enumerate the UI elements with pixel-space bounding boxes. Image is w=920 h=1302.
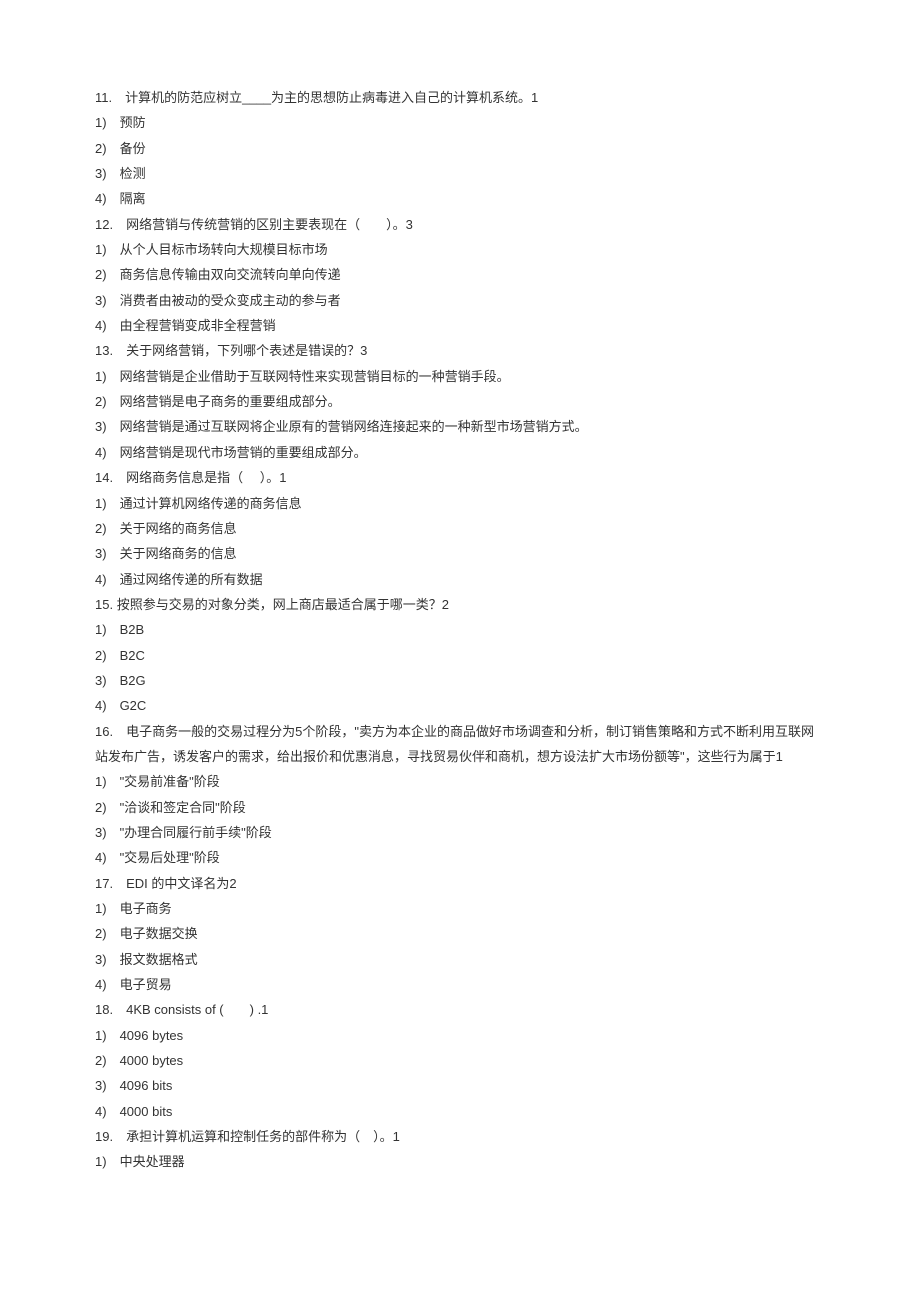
option: 1) 从个人目标市场转向大规模目标市场 <box>95 237 825 262</box>
q-body: 电子商务一般的交易过程分为5个阶段，"卖方为本企业的商品做好市场调查和分析，制订… <box>95 724 814 764</box>
option-text: 4096 bytes <box>120 1028 184 1043</box>
option-text: 网络营销是通过互联网将企业原有的营销网络连接起来的一种新型市场营销方式。 <box>120 419 588 434</box>
option: 4) "交易后处理"阶段 <box>95 845 825 870</box>
option-text: 从个人目标市场转向大规模目标市场 <box>120 242 328 257</box>
option: 4) 由全程营销变成非全程营销 <box>95 313 825 338</box>
option-text: 电子贸易 <box>120 977 172 992</box>
option: 2) B2C <box>95 643 825 668</box>
option-text: 网络营销是电子商务的重要组成部分。 <box>120 394 341 409</box>
option: 1) 4096 bytes <box>95 1023 825 1048</box>
option: 1) 电子商务 <box>95 896 825 921</box>
option-text: 4000 bits <box>120 1104 173 1119</box>
option: 2) 电子数据交换 <box>95 921 825 946</box>
option-text: 隔离 <box>120 191 146 206</box>
q-body: 承担计算机运算和控制任务的部件称为（ ）。1 <box>126 1129 400 1144</box>
option: 3) 网络营销是通过互联网将企业原有的营销网络连接起来的一种新型市场营销方式。 <box>95 414 825 439</box>
option-text: 由全程营销变成非全程营销 <box>120 318 276 333</box>
q-num: 19. <box>95 1129 113 1144</box>
option-text: 关于网络商务的信息 <box>120 546 237 561</box>
q-num: 15. <box>95 597 113 612</box>
option: 4) 电子贸易 <box>95 972 825 997</box>
option: 2) 关于网络的商务信息 <box>95 516 825 541</box>
option-text: 关于网络的商务信息 <box>120 521 237 536</box>
option: 2) 网络营销是电子商务的重要组成部分。 <box>95 389 825 414</box>
question-stem: 17. EDI 的中文译名为2 <box>95 871 825 896</box>
q-num: 18. <box>95 1002 113 1017</box>
option-text: 备份 <box>120 141 146 156</box>
option-text: 电子数据交换 <box>120 926 198 941</box>
option-text: 预防 <box>120 115 146 130</box>
option: 3) 报文数据格式 <box>95 947 825 972</box>
option: 4) 网络营销是现代市场营销的重要组成部分。 <box>95 440 825 465</box>
option: 3) "办理合同履行前手续"阶段 <box>95 820 825 845</box>
option-text: "洽谈和签定合同"阶段 <box>120 800 246 815</box>
option-text: 中央处理器 <box>120 1154 185 1169</box>
option-text: 消费者由被动的受众变成主动的参与者 <box>120 293 341 308</box>
option: 4) 通过网络传递的所有数据 <box>95 567 825 592</box>
question-stem: 13. 关于网络营销，下列哪个表述是错误的？3 <box>95 338 825 363</box>
option: 4) 隔离 <box>95 186 825 211</box>
question-stem: 12. 网络营销与传统营销的区别主要表现在（ ）。3 <box>95 212 825 237</box>
q-body: 网络商务信息是指（ ）。1 <box>126 470 286 485</box>
option: 4) G2C <box>95 693 825 718</box>
q-num: 11. <box>95 90 112 105</box>
option: 3) 消费者由被动的受众变成主动的参与者 <box>95 288 825 313</box>
option: 1) 通过计算机网络传递的商务信息 <box>95 491 825 516</box>
question-stem: 15. 按照参与交易的对象分类，网上商店最适合属于哪一类？2 <box>95 592 825 617</box>
q-num: 13. <box>95 343 113 358</box>
question-stem: 14. 网络商务信息是指（ ）。1 <box>95 465 825 490</box>
question-stem: 18. 4KB consists of ( ) .1 <box>95 997 825 1022</box>
document-page: 11. 计算机的防范应树立____为主的思想防止病毒进入自己的计算机系统。1 1… <box>0 0 920 1235</box>
option-text: B2G <box>120 673 146 688</box>
q-body: 关于网络营销，下列哪个表述是错误的？3 <box>126 343 367 358</box>
question-stem: 19. 承担计算机运算和控制任务的部件称为（ ）。1 <box>95 1124 825 1149</box>
option: 3) 4096 bits <box>95 1073 825 1098</box>
option: 3) 检测 <box>95 161 825 186</box>
q-num: 16. <box>95 724 113 739</box>
option-text: 网络营销是现代市场营销的重要组成部分。 <box>120 445 367 460</box>
option: 1) 中央处理器 <box>95 1149 825 1174</box>
option-text: "交易前准备"阶段 <box>120 774 220 789</box>
option: 1) 网络营销是企业借助于互联网特性来实现营销目标的一种营销手段。 <box>95 364 825 389</box>
option: 3) 关于网络商务的信息 <box>95 541 825 566</box>
option-text: B2C <box>120 648 145 663</box>
option: 3) B2G <box>95 668 825 693</box>
option-text: 电子商务 <box>120 901 172 916</box>
option: 2) 4000 bytes <box>95 1048 825 1073</box>
option-text: 检测 <box>120 166 146 181</box>
question-stem: 16. 电子商务一般的交易过程分为5个阶段，"卖方为本企业的商品做好市场调查和分… <box>95 719 825 770</box>
option-text: B2B <box>120 622 145 637</box>
option-text: 4096 bits <box>120 1078 173 1093</box>
option-text: 通过计算机网络传递的商务信息 <box>120 496 302 511</box>
question-stem: 11. 计算机的防范应树立____为主的思想防止病毒进入自己的计算机系统。1 <box>95 85 825 110</box>
option-text: 通过网络传递的所有数据 <box>120 572 263 587</box>
option-text: "交易后处理"阶段 <box>120 850 220 865</box>
q-body: 4KB consists of ( ) .1 <box>126 1002 268 1017</box>
option: 4) 4000 bits <box>95 1099 825 1124</box>
q-num: 12. <box>95 217 113 232</box>
option: 2) "洽谈和签定合同"阶段 <box>95 795 825 820</box>
option-text: 4000 bytes <box>120 1053 184 1068</box>
q-body: 按照参与交易的对象分类，网上商店最适合属于哪一类？2 <box>117 597 449 612</box>
option: 2) 备份 <box>95 136 825 161</box>
option-text: "办理合同履行前手续"阶段 <box>120 825 272 840</box>
q-num: 17. <box>95 876 113 891</box>
option-text: 网络营销是企业借助于互联网特性来实现营销目标的一种营销手段。 <box>120 369 510 384</box>
option: 1) 预防 <box>95 110 825 135</box>
q-body: 计算机的防范应树立____为主的思想防止病毒进入自己的计算机系统。1 <box>125 90 538 105</box>
q-body: 网络营销与传统营销的区别主要表现在（ ）。3 <box>126 217 413 232</box>
option-text: 商务信息传输由双向交流转向单向传递 <box>120 267 341 282</box>
option-text: G2C <box>120 698 147 713</box>
q-body: EDI 的中文译名为2 <box>126 876 237 891</box>
option: 1) "交易前准备"阶段 <box>95 769 825 794</box>
option: 2) 商务信息传输由双向交流转向单向传递 <box>95 262 825 287</box>
q-num: 14. <box>95 470 113 485</box>
option: 1) B2B <box>95 617 825 642</box>
option-text: 报文数据格式 <box>120 952 198 967</box>
